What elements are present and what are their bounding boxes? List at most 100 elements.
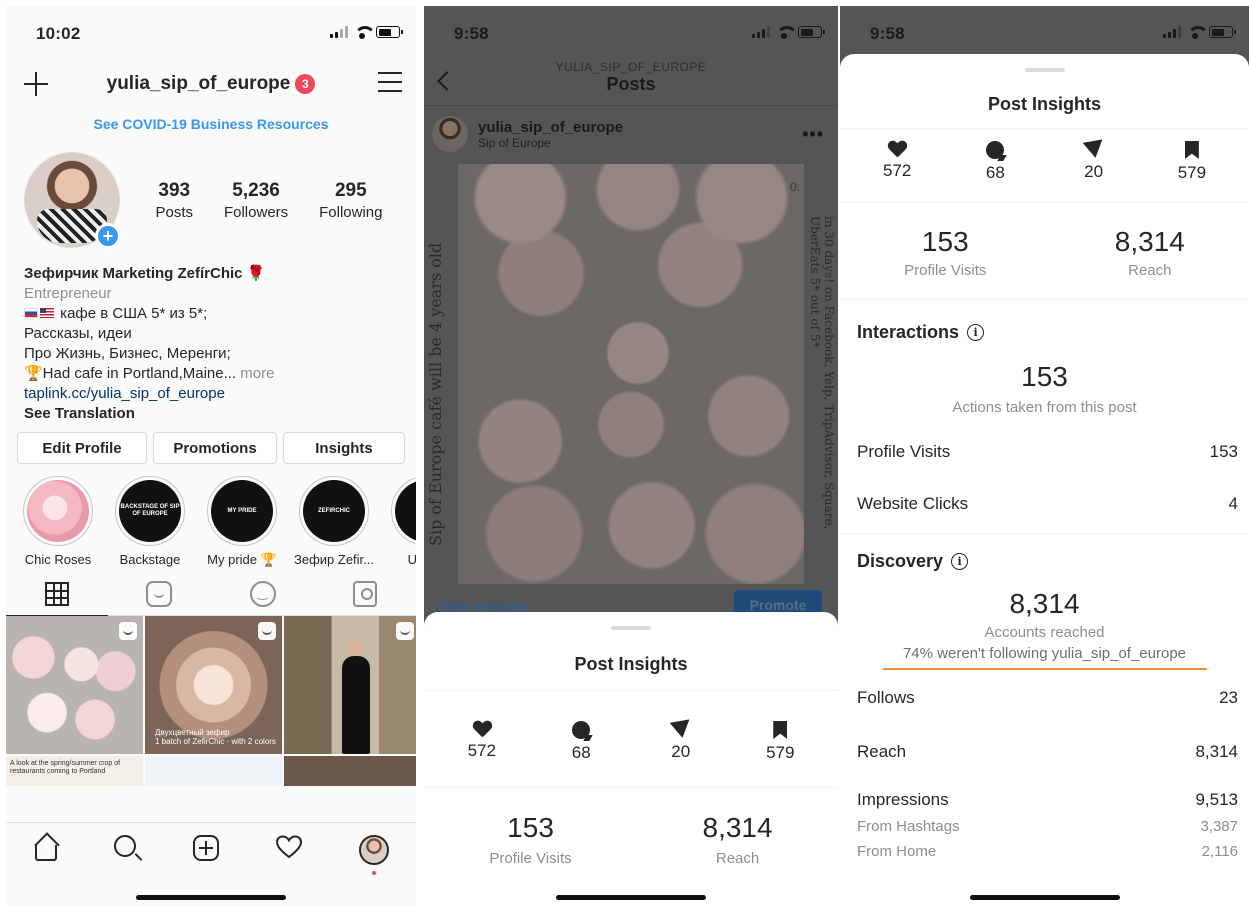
post-author: yulia_sip_of_europe Sip of Europe ••• bbox=[424, 106, 838, 162]
status-bar: 10:02 bbox=[6, 6, 416, 58]
shares-metric: 20 bbox=[641, 719, 721, 763]
row-value: 23 bbox=[1219, 688, 1238, 707]
metric-value: 572 bbox=[467, 741, 496, 760]
interactions-heading: Interactions i bbox=[840, 322, 1249, 343]
row-value: 8,314 bbox=[1195, 742, 1238, 761]
grid-tab-icon[interactable] bbox=[44, 581, 69, 606]
summary-label: Reach bbox=[715, 850, 760, 867]
status-time: 10:02 bbox=[36, 24, 81, 43]
post-caption: Двухцветный зефир bbox=[155, 728, 230, 737]
highlight-useful[interactable]: U Useful bbox=[386, 476, 416, 572]
bio-link[interactable]: taplink.cc/yulia_sip_of_europe bbox=[24, 384, 398, 404]
home-icon[interactable] bbox=[34, 845, 57, 861]
posts-header: YULIA_SIP_OF_EUROPE Posts bbox=[424, 58, 838, 106]
summary-label: Profile Visits bbox=[904, 262, 987, 279]
header-username: YULIA_SIP_OF_EUROPE bbox=[555, 60, 707, 74]
bookmark-icon bbox=[1184, 141, 1199, 159]
home-indicator bbox=[556, 895, 706, 900]
author-name[interactable]: yulia_sip_of_europe bbox=[478, 119, 623, 136]
more-options-icon[interactable]: ••• bbox=[802, 124, 824, 145]
grid-post[interactable] bbox=[284, 616, 416, 754]
more-link[interactable]: more bbox=[236, 365, 274, 382]
stat-label: Following bbox=[319, 203, 383, 221]
see-translation-link[interactable]: See Translation bbox=[24, 404, 398, 424]
author-location[interactable]: Sip of Europe bbox=[478, 136, 623, 150]
edit-profile-button[interactable]: Edit Profile bbox=[17, 432, 147, 464]
username-switcher[interactable]: yulia_sip_of_europe 3 bbox=[107, 73, 316, 95]
grid-post[interactable]: A look at the spring/summer crop of rest… bbox=[6, 756, 143, 786]
profile-visits-summary: 153 Profile Visits bbox=[489, 812, 571, 867]
signal-icon bbox=[330, 26, 348, 38]
discovery-note: 74% weren't following yulia_sip_of_europ… bbox=[902, 645, 1187, 662]
profile-stats: 393 Posts 5,236 Followers 295 Following bbox=[140, 180, 398, 221]
highlight-chic-roses[interactable]: Chic Roses bbox=[18, 476, 98, 572]
reel-icon bbox=[258, 622, 276, 640]
username: yulia_sip_of_europe bbox=[106, 73, 291, 94]
home-indicator bbox=[969, 895, 1120, 900]
highlight-my-pride[interactable]: MY PRIDE My pride 🏆 bbox=[202, 476, 282, 572]
metric-subrow: From Home 2,116 bbox=[840, 843, 1249, 860]
grid-post[interactable]: Двухцветный зефир 1 batch of ZefirChic · … bbox=[145, 616, 282, 754]
post-image[interactable]: 0: bbox=[458, 164, 804, 584]
reel-icon bbox=[396, 622, 414, 640]
discovery-caption: Accounts reached bbox=[984, 624, 1105, 641]
new-post-icon[interactable] bbox=[22, 70, 50, 98]
tagged-tab-icon[interactable] bbox=[353, 580, 378, 607]
metric-subrow: From Hashtags 3,387 bbox=[840, 818, 1249, 835]
row-label: From Hashtags bbox=[857, 818, 960, 835]
add-story-icon[interactable]: + bbox=[95, 223, 121, 249]
sheet-grabber[interactable] bbox=[611, 626, 651, 630]
stat-value: 295 bbox=[334, 179, 367, 201]
profile-tab[interactable] bbox=[359, 835, 390, 875]
grid-post[interactable] bbox=[284, 756, 416, 786]
row-label: Impressions bbox=[857, 790, 949, 809]
create-post-icon[interactable] bbox=[192, 835, 219, 861]
highlight-zefir[interactable]: ZEFIRCHIC Зефир Zefir... bbox=[294, 476, 374, 572]
activity-heart-icon[interactable] bbox=[276, 835, 303, 859]
comments-metric: 68 bbox=[955, 141, 1035, 183]
summary-label: Profile Visits bbox=[489, 850, 572, 867]
section-title: Interactions bbox=[857, 322, 960, 342]
menu-icon[interactable] bbox=[378, 72, 402, 92]
highlight-backstage[interactable]: BACKSTAGE OF SIP OF EUROPE Backstage bbox=[110, 476, 190, 572]
promotions-button[interactable]: Promotions bbox=[153, 432, 277, 464]
row-value: 153 bbox=[1209, 442, 1238, 461]
summary-stats: 153 Profile Visits 8,314 Reach bbox=[840, 226, 1249, 279]
metric-value: 68 bbox=[985, 163, 1005, 182]
system-icons bbox=[752, 26, 825, 39]
insights-button[interactable]: Insights bbox=[283, 432, 405, 464]
search-icon[interactable] bbox=[113, 835, 136, 857]
profile-category: Entrepreneur bbox=[24, 285, 112, 302]
wifi-icon bbox=[1187, 26, 1209, 39]
guides-tab-icon[interactable] bbox=[249, 580, 276, 607]
metric-row: Website Clicks 4 bbox=[840, 494, 1249, 514]
grid-post[interactable] bbox=[145, 756, 282, 786]
send-icon bbox=[1082, 139, 1105, 160]
grid-post[interactable] bbox=[6, 616, 143, 754]
info-icon[interactable]: i bbox=[967, 324, 985, 341]
avatar[interactable]: + bbox=[24, 152, 121, 249]
notification-badge: 3 bbox=[295, 74, 316, 94]
stat-posts[interactable]: 393 Posts bbox=[155, 180, 193, 221]
covid-resources-link[interactable]: See COVID-19 Business Resources bbox=[6, 116, 416, 146]
row-label: Follows bbox=[857, 688, 915, 707]
stat-followers[interactable]: 5,236 Followers bbox=[224, 180, 288, 221]
bottom-tab-bar bbox=[6, 822, 416, 906]
usa-flag-icon bbox=[40, 308, 54, 318]
reel-icon bbox=[119, 622, 137, 640]
author-avatar[interactable] bbox=[432, 116, 468, 152]
interactions-total: 153 bbox=[1021, 361, 1068, 392]
likes-metric: 572 bbox=[857, 141, 937, 183]
stat-following[interactable]: 295 Following bbox=[319, 180, 382, 221]
sheet-grabber[interactable] bbox=[1024, 68, 1065, 72]
system-icons bbox=[330, 26, 403, 39]
info-icon[interactable]: i bbox=[951, 553, 969, 570]
igtv-tab-icon[interactable] bbox=[146, 580, 173, 607]
comment-icon bbox=[572, 721, 591, 739]
reach-summary: 8,314 Reach bbox=[703, 812, 773, 867]
highlight-cover: U bbox=[395, 480, 416, 542]
status-time: 9:58 bbox=[870, 24, 905, 43]
row-value: 3,387 bbox=[1200, 818, 1238, 835]
insights-bottom-sheet: Post Insights 572 68 20 579 153 Profile V… bbox=[424, 612, 838, 906]
profile-visits-summary: 153 Profile Visits bbox=[904, 226, 986, 279]
